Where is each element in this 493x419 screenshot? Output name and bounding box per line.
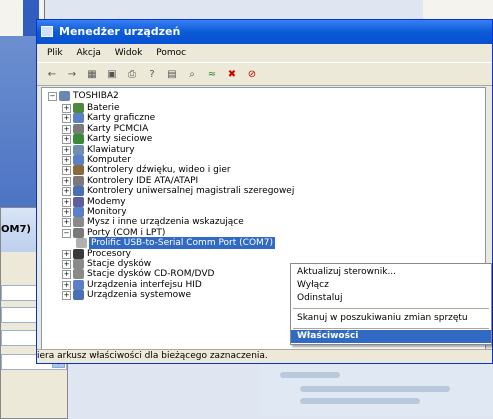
properties-icon[interactable]: ▣ xyxy=(105,67,119,81)
pcmcia-adapters-icon xyxy=(73,123,84,134)
tree-root-label: TOSHIBA2 xyxy=(73,91,119,101)
menu-scan-hardware[interactable]: Skanuj w poszukiwaniu zmian sprzętu xyxy=(291,312,491,325)
sound-controllers-icon xyxy=(73,165,84,176)
display-adapters-icon xyxy=(73,113,84,124)
forward-icon[interactable]: → xyxy=(65,67,79,81)
menu-update-driver[interactable]: Aktualizuj sterownik... xyxy=(291,266,491,279)
background-content xyxy=(260,360,493,417)
menu-help[interactable]: Pomoc xyxy=(156,48,186,58)
disable-icon[interactable]: ⊘ xyxy=(245,67,259,81)
disk-drives-icon xyxy=(73,259,84,269)
menu-separator xyxy=(293,328,489,329)
menu-action[interactable]: Akcja xyxy=(77,48,101,58)
toolbar: ← → ▦ ▣ ⎙ ? ▤ ⌕ ≈ ✖ ⊘ xyxy=(37,62,492,86)
mice-icon xyxy=(73,217,84,228)
monitors-icon xyxy=(73,207,84,217)
cd-dvd-drives-icon xyxy=(73,269,84,280)
computer-icon xyxy=(73,155,84,165)
update-icon[interactable]: ≈ xyxy=(205,67,219,81)
network-adapters-icon xyxy=(73,134,84,145)
menu-separator xyxy=(293,308,489,309)
hid-devices-icon xyxy=(73,279,84,290)
usb-controllers-icon xyxy=(73,186,84,197)
expand-icon[interactable]: + xyxy=(62,218,71,228)
expand-icon[interactable]: + xyxy=(62,124,71,134)
ports-icon xyxy=(73,227,84,238)
ide-controllers-icon xyxy=(73,175,84,186)
status-bar: iera arkusz właściwości dla bieżącego za… xyxy=(37,349,492,363)
uninstall-icon[interactable]: ✖ xyxy=(225,67,239,81)
background-window-right xyxy=(423,0,493,20)
processors-icon xyxy=(73,248,84,259)
title-bar[interactable]: Menedżer urządzeń xyxy=(37,20,492,44)
menu-file[interactable]: Plik xyxy=(47,48,63,58)
expand-icon[interactable]: + xyxy=(62,104,71,113)
menu-properties[interactable]: Właściwości xyxy=(291,330,491,343)
keyboards-icon xyxy=(73,144,84,155)
help-icon[interactable]: ? xyxy=(145,67,159,81)
expand-icon[interactable]: + xyxy=(62,166,71,176)
context-menu: Aktualizuj sterownik... Wyłącz Odinstalu… xyxy=(290,263,492,345)
expand-icon[interactable]: + xyxy=(62,208,71,217)
view-icon[interactable]: ▦ xyxy=(85,67,99,81)
menu-uninstall[interactable]: Odinstaluj xyxy=(291,292,491,305)
prolific-port-icon xyxy=(76,238,87,249)
expand-icon[interactable]: + xyxy=(62,260,71,269)
back-icon[interactable]: ← xyxy=(45,67,59,81)
computer-icon xyxy=(59,91,70,101)
menu-bar: Plik Akcja Widok Pomoc xyxy=(37,44,492,62)
menu-view[interactable]: Widok xyxy=(115,48,143,58)
expand-icon[interactable]: + xyxy=(62,187,71,197)
scan-icon[interactable]: ⌕ xyxy=(185,67,199,81)
expand-icon[interactable]: + xyxy=(62,270,71,280)
window-title: Menedżer urządzeń xyxy=(59,25,181,38)
batteries-icon xyxy=(73,103,84,113)
device-manager-icon xyxy=(41,26,53,37)
expand-icon[interactable]: + xyxy=(62,114,71,124)
expand-icon[interactable]: + xyxy=(62,156,71,165)
collapse-icon[interactable]: − xyxy=(48,92,57,101)
expand-icon[interactable]: + xyxy=(62,280,71,290)
expand-icon[interactable]: + xyxy=(62,291,71,301)
expand-icon[interactable]: + xyxy=(62,176,71,186)
expand-icon[interactable]: + xyxy=(62,145,71,155)
expand-icon[interactable]: + xyxy=(62,197,71,207)
status-text: iera arkusz właściwości dla bieżącego za… xyxy=(37,351,268,361)
expand-icon[interactable]: + xyxy=(62,135,71,145)
menu-disable[interactable]: Wyłącz xyxy=(291,279,491,292)
show-icon[interactable]: ▤ xyxy=(165,67,179,81)
expand-icon[interactable]: + xyxy=(62,249,71,259)
tree-item-label: Urządzenia systemowe xyxy=(87,290,192,301)
system-devices-icon xyxy=(73,290,84,301)
print-icon[interactable]: ⎙ xyxy=(125,67,139,81)
modems-icon xyxy=(73,196,84,207)
collapse-icon[interactable]: − xyxy=(62,228,71,238)
